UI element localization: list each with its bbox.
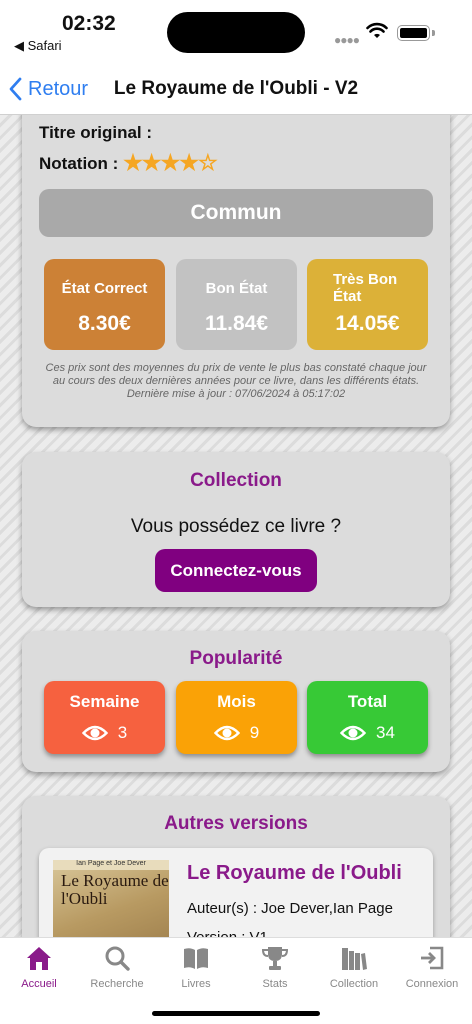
trophy-icon <box>261 947 289 970</box>
ownership-question: Vous possédez ce livre ? <box>130 516 342 537</box>
dynamic-island <box>167 12 305 53</box>
popularity-month: Mois 9 <box>176 681 297 754</box>
price-very-good: Très Bon État 14.05€ <box>307 259 428 350</box>
collection-title: Collection <box>190 470 282 491</box>
clock: 02:32 <box>62 12 116 35</box>
home-icon <box>27 947 51 970</box>
login-icon <box>421 946 444 970</box>
price-note: Ces prix sont des moyennes du prix de ve… <box>38 362 434 401</box>
version-number: Version : V1 <box>187 929 268 937</box>
star-rating-icon: ★★★★☆ <box>123 150 218 175</box>
navigation-bar: Retour Le Royaume de l'Oubli - V2 <box>0 60 472 115</box>
last-update: Dernière mise à jour : 07/06/2024 à 05:1… <box>126 388 346 400</box>
eye-icon <box>340 725 367 741</box>
price-correct: État Correct 8.30€ <box>44 259 165 350</box>
book-cover-image: Ian Page et Joe Dever Le Royaume de l'Ou… <box>53 860 169 937</box>
tab-collection[interactable]: Collection <box>315 944 393 990</box>
signal-icon: ●●●● <box>334 33 360 47</box>
status-bar: 02:32 ◀ Safari ●●●● <box>0 0 472 60</box>
rarity-badge: Commun <box>39 189 433 237</box>
battery-icon <box>397 25 430 41</box>
book-icon <box>184 948 208 969</box>
rating-label: Notation : <box>39 154 119 173</box>
tab-accueil[interactable]: Accueil <box>0 944 78 990</box>
versions-title: Autres versions <box>164 813 308 834</box>
home-indicator <box>152 1011 320 1016</box>
popularity-title: Popularité <box>189 648 283 669</box>
collection-card: Collection Vous possédez ce livre ? Conn… <box>22 452 450 607</box>
popularity-week: Semaine 3 <box>44 681 165 754</box>
page-title: Le Royaume de l'Oubli - V2 <box>113 78 359 99</box>
wifi-icon <box>366 22 388 38</box>
book-details-card: Titre original : Notation : ★★★★☆ Commun… <box>22 115 450 427</box>
back-to-safari[interactable]: ◀ Safari <box>14 38 62 54</box>
price-good: Bon État 11.84€ <box>176 259 297 350</box>
books-icon <box>342 948 367 970</box>
tab-connexion[interactable]: Connexion <box>393 944 471 990</box>
version-authors: Auteur(s) : Joe Dever,Ian Page <box>187 900 393 917</box>
original-title-label: Titre original : <box>39 123 153 142</box>
rating-row: Notation : ★★★★☆ <box>39 150 218 176</box>
eye-icon <box>213 725 240 741</box>
version-title: Le Royaume de l'Oubli <box>187 862 402 884</box>
popularity-total: Total 34 <box>307 681 428 754</box>
version-item[interactable]: Ian Page et Joe Dever Le Royaume de l'Ou… <box>39 848 433 937</box>
tab-recherche[interactable]: Recherche <box>78 944 156 990</box>
tab-bar: Accueil Recherche Livres Stats Collectio… <box>0 937 472 1024</box>
tab-stats[interactable]: Stats <box>236 944 314 990</box>
tab-livres[interactable]: Livres <box>157 944 235 990</box>
scroll-content[interactable]: Titre original : Notation : ★★★★☆ Commun… <box>0 115 472 937</box>
other-versions-card: Autres versions Ian Page et Joe Dever Le… <box>22 796 450 937</box>
eye-icon <box>81 725 108 741</box>
connect-button[interactable]: Connectez-vous <box>155 549 317 592</box>
popularity-card: Popularité Semaine 3 Mois 9 Total 34 <box>22 631 450 772</box>
search-icon <box>105 946 130 971</box>
